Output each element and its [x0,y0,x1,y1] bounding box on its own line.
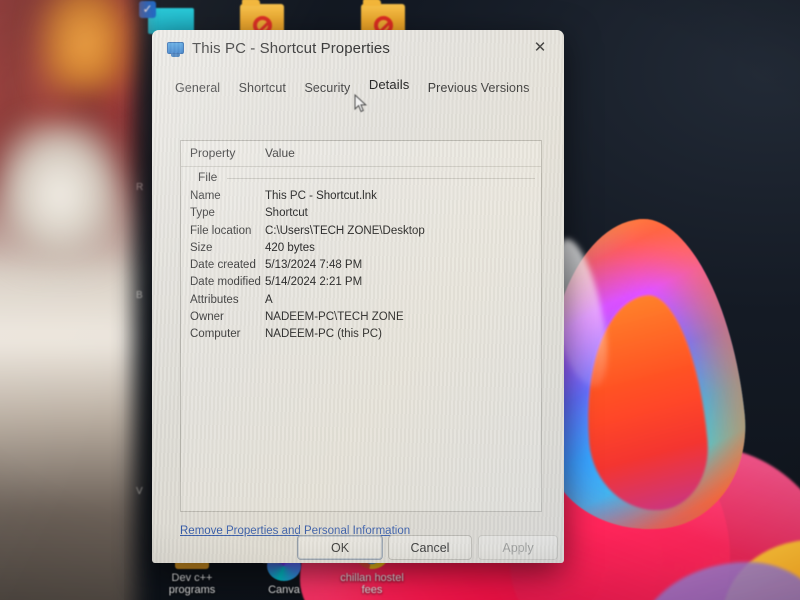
desktop-icon-label-line2: fees [361,584,383,596]
property-name: Owner [190,311,224,324]
property-name: Computer [190,328,241,341]
property-name: Type [190,207,215,220]
property-name: Date created [190,259,256,272]
dialog-titlebar: This PC - Shortcut Properties ✕ [152,30,564,70]
desktop-icon-label-line2: programs [168,584,216,596]
details-group-file: File [181,167,541,189]
monitor-screen-shape [167,42,184,54]
table-row[interactable]: Computer NADEEM-PC (this PC) [181,327,541,344]
foreground-blur-white [0,120,125,270]
property-value: 5/13/2024 7:48 PM [265,259,363,272]
property-value: This PC - Shortcut.lnk [265,190,377,202]
dialog-button-row: OK Cancel Apply [152,535,564,563]
this-pc-monitor-icon [165,42,184,57]
column-header-value: Value [265,146,295,160]
foreground-blur-orange [40,0,130,90]
property-name: Name [190,190,221,202]
tab-shortcut[interactable]: Shortcut [232,77,293,99]
close-icon[interactable]: ✕ [522,34,558,62]
dialog-title: This PC - Shortcut Properties [192,40,390,57]
desktop-icon-label: Dev c++ [171,572,213,584]
table-row[interactable]: Date modified 5/14/2024 2:21 PM [181,275,541,292]
desktop-left-label-2: B [136,290,143,301]
table-row[interactable]: Size 420 bytes [181,241,541,258]
property-name: File location [190,224,252,237]
table-row[interactable]: Date created 5/13/2024 7:48 PM [181,258,541,275]
property-name: Attributes [190,293,239,306]
apply-button: Apply [478,535,558,560]
property-value: Shortcut [265,207,308,220]
property-name: Size [190,241,213,254]
property-value: NADEEM-PC\TECH ZONE [265,311,404,324]
monitor-stand-shape [171,54,180,57]
desktop-left-label-3: V [136,486,143,497]
ok-button[interactable]: OK [297,535,383,560]
table-row[interactable]: File location C:\Users\TECH ZONE\Desktop [181,224,541,241]
mouse-cursor-icon [354,94,368,113]
details-list-panel[interactable]: Property Value File Name This PC - Short… [180,140,542,512]
tab-details[interactable]: Details [362,73,416,96]
screenshot-root: ✓ R B V Dev c++ programs Canva chillan h… [0,0,800,600]
table-row[interactable]: Owner NADEEM-PC\TECH ZONE [181,310,541,327]
group-label: File [198,170,218,184]
cancel-button[interactable]: Cancel [388,535,472,560]
property-value: C:\Users\TECH ZONE\Desktop [265,224,425,237]
table-row[interactable]: Attributes A [181,293,541,310]
desktop-icon-label: Canva [268,584,300,596]
tab-security[interactable]: Security [297,77,357,99]
property-value: NADEEM-PC (this PC) [265,328,382,341]
desktop-icon-label: chillan hostel [340,572,404,584]
property-name: Date modified [190,276,261,289]
table-row[interactable]: Type Shortcut [181,206,541,223]
table-row[interactable]: Name This PC - Shortcut.lnk [181,189,541,206]
details-column-headers: Property Value [181,141,541,167]
tab-previous-versions[interactable]: Previous Versions [421,77,537,99]
property-value: 420 bytes [265,241,315,254]
property-value: A [265,293,273,306]
group-divider [227,178,535,179]
tab-general[interactable]: General [168,77,227,99]
check-badge-icon: ✓ [139,1,156,18]
column-header-property: Property [190,146,236,160]
property-value: 5/14/2024 2:21 PM [265,276,363,289]
desktop-left-label-1: R [136,182,144,193]
